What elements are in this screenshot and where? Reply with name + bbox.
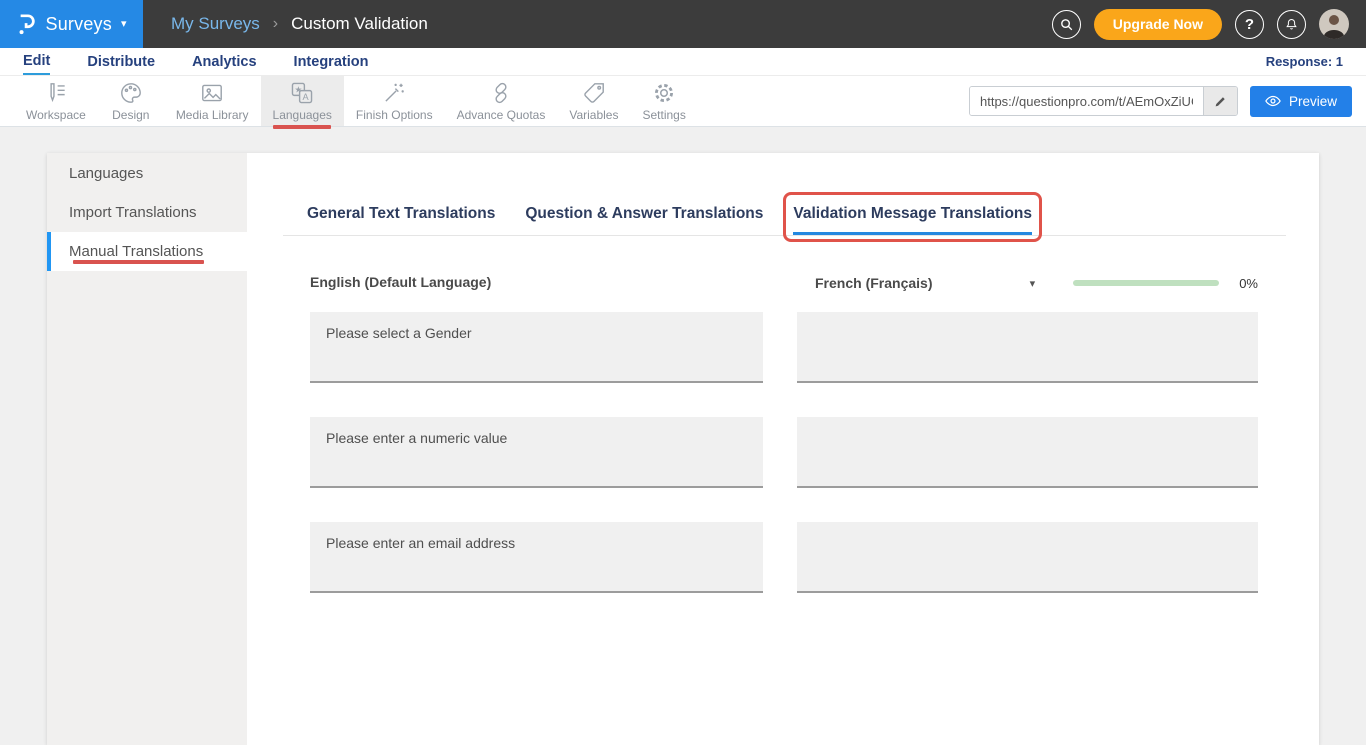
toolbar-label: Languages <box>273 108 332 122</box>
questionpro-logo-icon <box>17 12 37 36</box>
sidebar-item-import-translations[interactable]: Import Translations <box>47 193 247 232</box>
surveys-product-menu[interactable]: Surveys ▾ <box>0 0 143 48</box>
media-library-icon <box>199 80 225 106</box>
help-button[interactable]: ? <box>1235 10 1264 39</box>
translation-grid: English (Default Language) French (Franç… <box>283 274 1286 593</box>
eye-icon <box>1265 95 1281 107</box>
survey-url-group <box>969 86 1238 116</box>
advance-quotas-icon <box>488 80 514 106</box>
workspace-icon <box>43 80 69 106</box>
page-body: Languages Import Translations Manual Tra… <box>0 127 1366 745</box>
toolbar-item-design[interactable]: Design <box>98 76 164 126</box>
toolbar-item-settings[interactable]: Settings <box>630 76 697 126</box>
bell-icon <box>1284 17 1299 32</box>
toolbar-label: Finish Options <box>356 108 433 122</box>
translation-progress-percent: 0% <box>1239 276 1258 291</box>
toolbar-right: Preview <box>969 76 1366 126</box>
variables-icon <box>581 80 607 106</box>
nav-tab-distribute[interactable]: Distribute <box>87 48 155 75</box>
sidebar-item-label: Manual Translations <box>69 243 203 260</box>
translation-tabs: General Text Translations Question & Ans… <box>283 205 1286 236</box>
annotation-underline-manual-translations <box>73 260 204 264</box>
breadcrumb-separator: › <box>273 15 278 33</box>
toolbar-label: Settings <box>642 108 685 122</box>
sidebar-item-label: Import Translations <box>69 204 197 221</box>
toolbar-label: Advance Quotas <box>457 108 546 122</box>
languages-panel: Languages Import Translations Manual Tra… <box>47 153 1319 745</box>
translations-content: General Text Translations Question & Ans… <box>247 153 1319 745</box>
chevron-down-icon: ▾ <box>121 19 127 30</box>
avatar-photo <box>1319 9 1349 39</box>
toolbar-item-languages[interactable]: ★ A Languages <box>261 76 344 126</box>
search-button[interactable] <box>1052 10 1081 39</box>
sidebar-item-manual-translations[interactable]: Manual Translations <box>47 232 247 271</box>
translation-row: Please select a Gender <box>310 312 1286 383</box>
survey-nav: Edit Distribute Analytics Integration Re… <box>0 48 1366 76</box>
toolbar-item-advance-quotas[interactable]: Advance Quotas <box>445 76 558 126</box>
tab-question-answer-translations[interactable]: Question & Answer Translations <box>525 205 763 235</box>
upgrade-now-button[interactable]: Upgrade Now <box>1094 9 1222 40</box>
source-text-numeric: Please enter a numeric value <box>310 417 763 488</box>
tab-general-text-translations[interactable]: General Text Translations <box>307 205 495 235</box>
toolbar-label: Workspace <box>26 108 86 122</box>
settings-gear-icon <box>651 80 677 106</box>
question-mark-icon: ? <box>1245 16 1254 33</box>
source-text-email: Please enter an email address <box>310 522 763 593</box>
target-language-select[interactable]: French (Français) ▾ 0% <box>797 275 1258 291</box>
translation-row: Please enter a numeric value <box>310 417 1286 488</box>
product-name: Surveys <box>46 14 112 35</box>
target-text-input-numeric[interactable] <box>797 417 1258 488</box>
edit-toolbar: Workspace Design Media Library ★ A <box>0 76 1366 127</box>
finish-options-icon <box>381 80 407 106</box>
toolbar-item-media-library[interactable]: Media Library <box>164 76 261 126</box>
toolbar-label: Design <box>112 108 149 122</box>
survey-url-input[interactable] <box>970 87 1203 115</box>
target-language-label: French (Français) <box>815 275 932 291</box>
edit-url-button[interactable] <box>1203 87 1237 115</box>
nav-tab-edit[interactable]: Edit <box>23 48 50 75</box>
breadcrumb-my-surveys[interactable]: My Surveys <box>171 14 260 34</box>
toolbar-label: Variables <box>569 108 618 122</box>
nav-tab-analytics[interactable]: Analytics <box>192 48 256 75</box>
source-language-label: English (Default Language) <box>310 274 491 290</box>
tab-validation-message-translations[interactable]: Validation Message Translations <box>793 205 1032 235</box>
design-icon <box>118 80 144 106</box>
annotation-underline-languages <box>273 125 331 129</box>
preview-label: Preview <box>1289 94 1337 109</box>
svg-text:A: A <box>303 92 310 102</box>
target-text-input-email[interactable] <box>797 522 1258 593</box>
tab-label: Validation Message Translations <box>793 205 1032 222</box>
pencil-icon <box>1214 95 1227 108</box>
notifications-button[interactable] <box>1277 10 1306 39</box>
toolbar-item-workspace[interactable]: Workspace <box>14 76 98 126</box>
source-text-gender: Please select a Gender <box>310 312 763 383</box>
breadcrumb: My Surveys › Custom Validation <box>171 14 428 34</box>
toolbar-item-variables[interactable]: Variables <box>557 76 630 126</box>
sidebar-item-label: Languages <box>69 165 143 182</box>
breadcrumb-current-survey: Custom Validation <box>291 14 428 34</box>
nav-tab-integration[interactable]: Integration <box>294 48 369 75</box>
preview-button[interactable]: Preview <box>1250 86 1352 117</box>
toolbar-label: Media Library <box>176 108 249 122</box>
chevron-down-icon: ▾ <box>1030 277 1036 290</box>
top-header: Surveys ▾ My Surveys › Custom Validation… <box>0 0 1366 48</box>
translation-row: Please enter an email address <box>310 522 1286 593</box>
target-text-input-gender[interactable] <box>797 312 1258 383</box>
response-count[interactable]: Response: 1 <box>1266 54 1343 69</box>
languages-icon: ★ A <box>289 80 315 106</box>
toolbar-item-finish-options[interactable]: Finish Options <box>344 76 445 126</box>
translation-progress-bar <box>1073 280 1219 286</box>
translations-sidebar: Languages Import Translations Manual Tra… <box>47 153 247 745</box>
search-icon <box>1059 17 1074 32</box>
sidebar-item-languages[interactable]: Languages <box>47 154 247 193</box>
header-actions: Upgrade Now ? <box>1052 9 1366 40</box>
user-avatar[interactable] <box>1319 9 1349 39</box>
language-header-row: English (Default Language) French (Franç… <box>310 274 1286 292</box>
